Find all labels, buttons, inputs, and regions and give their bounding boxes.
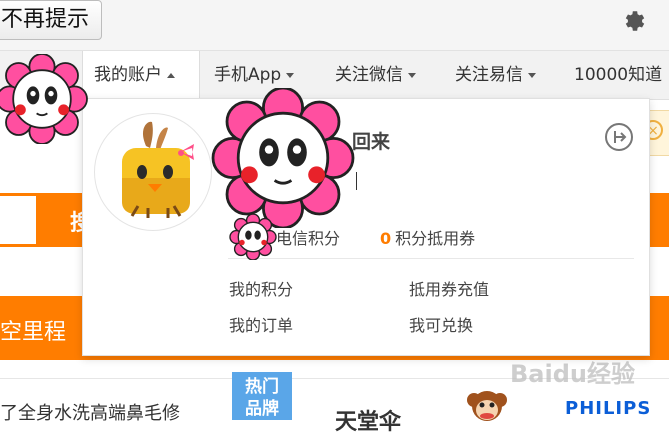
link-voucher-recharge[interactable]: 抵用券充值 xyxy=(409,276,489,300)
brand-logo-paradise[interactable]: 天堂伞 xyxy=(335,404,401,436)
nav-label: 10000知道 xyxy=(574,65,663,85)
monkey-logo-icon[interactable] xyxy=(466,386,508,426)
hot-brand-badge: 热门 品牌 xyxy=(232,372,292,420)
flower-sticker-icon xyxy=(229,214,277,260)
link-redeemable[interactable]: 我可兑换 xyxy=(409,312,473,336)
flower-sticker-icon xyxy=(211,88,355,228)
search-input[interactable] xyxy=(0,196,36,244)
points-label: 电信积分 xyxy=(276,229,341,248)
caret-up-icon xyxy=(167,72,175,78)
voucher-label: 积分抵用券 xyxy=(395,229,476,248)
nav-label: 关注易信 xyxy=(455,65,523,85)
logout-icon[interactable] xyxy=(604,122,634,152)
nav-label: 我的账户 xyxy=(94,65,162,85)
link-my-points[interactable]: 我的积分 xyxy=(229,276,293,300)
dropdown-divider xyxy=(228,258,634,259)
nav-my-account[interactable]: 我的账户 xyxy=(82,51,200,101)
brand-logo-philips[interactable]: PHILIPS xyxy=(565,398,651,419)
product-title[interactable]: 了全身水洗高端鼻毛修 xyxy=(0,399,180,425)
caret-down-icon xyxy=(408,72,416,78)
caret-down-icon xyxy=(528,72,536,78)
nav-yixin[interactable]: 关注易信 xyxy=(455,51,536,99)
nav-10000-zhidao[interactable]: 10000知道 xyxy=(574,51,662,99)
dismiss-reminder-button[interactable]: 不再提示 xyxy=(0,0,102,40)
badge-line-1: 热门 xyxy=(245,377,279,397)
voucher-value: 0 xyxy=(380,229,392,248)
nav-label: 手机App xyxy=(214,65,282,85)
badge-line-2: 品牌 xyxy=(245,399,279,419)
telecom-points[interactable]: 电信积分 xyxy=(276,225,340,249)
link-my-orders[interactable]: 我的订单 xyxy=(229,312,293,336)
avatar[interactable] xyxy=(108,118,204,222)
promo-band-text[interactable]: 空里程 xyxy=(0,314,66,346)
top-bar: 不再提示 xyxy=(0,0,669,51)
caret-down-icon xyxy=(286,72,295,78)
nav-label: 关注微信 xyxy=(335,65,403,85)
voucher-count[interactable]: 0 积分抵用券 xyxy=(380,225,475,249)
watermark: Baidu经验 xyxy=(510,360,635,388)
flower-sticker-icon xyxy=(0,54,88,144)
settings-gear-icon[interactable] xyxy=(622,8,648,34)
